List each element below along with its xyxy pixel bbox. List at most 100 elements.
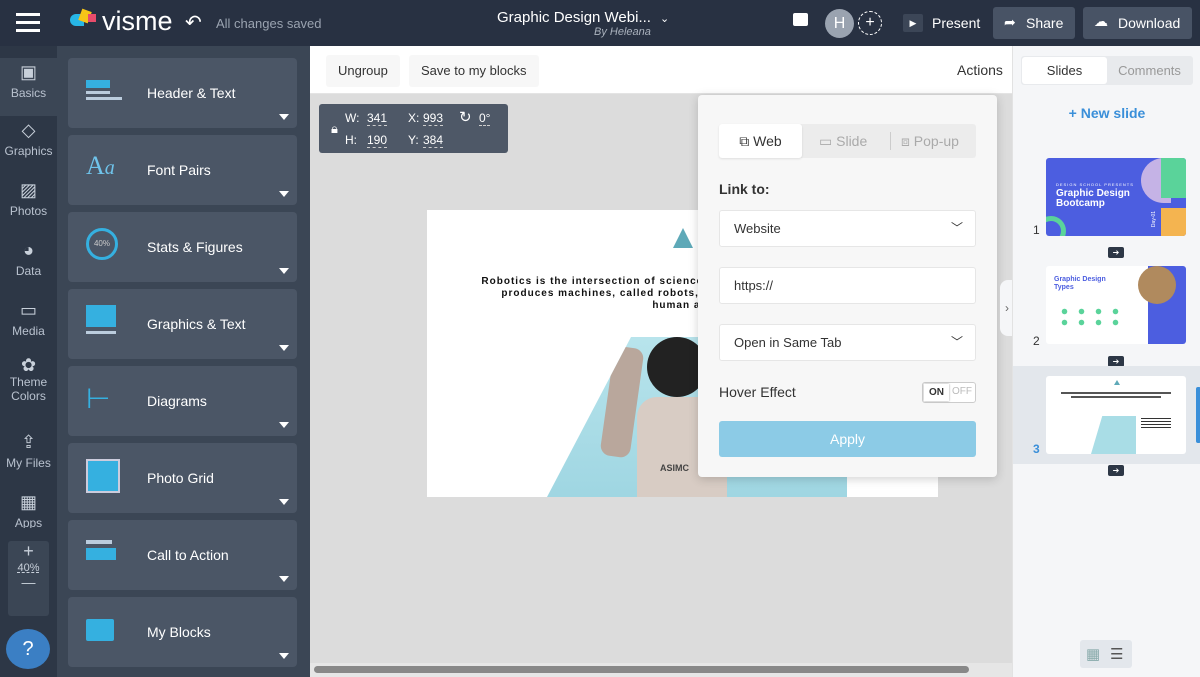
link-to-label: Link to: [719, 181, 770, 197]
share-button[interactable]: ➦ Share [993, 7, 1075, 39]
caret-down-icon[interactable] [279, 191, 289, 197]
slide-thumbnail-3[interactable] [1046, 376, 1186, 454]
undo-icon[interactable]: ↶ [185, 10, 202, 35]
chevron-down-icon[interactable]: ⌄ [660, 12, 669, 25]
divider [890, 132, 891, 150]
font-pairs-icon: Aa [86, 151, 115, 180]
block-my-blocks[interactable]: My Blocks [68, 597, 297, 667]
pie-chart-icon: ◕ [23, 240, 34, 260]
save-status: All changes saved [216, 16, 322, 31]
hover-effect-toggle[interactable]: ON OFF [922, 382, 976, 403]
rail-item-basics[interactable]: ▣ Basics [0, 58, 57, 116]
x-input[interactable]: 993 [423, 111, 444, 126]
slide-text[interactable]: Robotics is the intersection of science,… [467, 276, 707, 312]
apply-button[interactable]: Apply [719, 421, 976, 457]
shapes-icon: ◇ [21, 120, 36, 140]
tab-web[interactable]: ⧉ Web [719, 124, 802, 158]
avatar[interactable]: H [825, 9, 854, 38]
add-collaborator-icon[interactable]: + [858, 11, 882, 35]
image-text-icon [86, 305, 126, 343]
y-input[interactable]: 384 [423, 133, 444, 148]
tab-comments[interactable]: Comments [1107, 57, 1192, 84]
block-font-pairs[interactable]: Aa Font Pairs [68, 135, 297, 205]
zoom-out-button[interactable]: — [8, 574, 49, 590]
download-button[interactable]: ☁ Download [1083, 7, 1192, 39]
transition-icon[interactable]: ➔ [1108, 465, 1124, 476]
width-input[interactable]: 341 [367, 111, 388, 126]
url-input[interactable]: https:// [719, 267, 976, 304]
active-indicator [1196, 387, 1200, 443]
tab-slide[interactable]: ▭ Slide [819, 124, 867, 158]
transition-icon[interactable]: ➔ [1108, 247, 1124, 258]
caret-down-icon[interactable] [279, 576, 289, 582]
top-bar: visme ↶ All changes saved Graphic Design… [0, 0, 1200, 46]
rail-item-graphics[interactable]: ◇ Graphics [0, 120, 57, 158]
slide-thumbnail-2[interactable]: Graphic Design Types [1046, 266, 1186, 344]
zoom-in-button[interactable]: + [8, 541, 49, 562]
list-view-icon[interactable]: ☰ [1110, 645, 1123, 663]
rail-item-photos[interactable]: ▨ Photos [0, 180, 57, 218]
upload-icon: ⇪ [20, 432, 37, 452]
scrollbar-thumb[interactable] [314, 666, 969, 673]
block-stats-figures[interactable]: 40% Stats & Figures [68, 212, 297, 282]
horizontal-scrollbar[interactable] [310, 663, 1012, 677]
photo-grid-icon [86, 459, 126, 497]
caret-down-icon[interactable] [279, 653, 289, 659]
media-icon: ▭ [19, 300, 37, 320]
slide-thumbnail-1[interactable]: DESIGN SCHOOL PRESENTS Graphic Design Bo… [1046, 158, 1186, 236]
abc-blocks-icon: ▣ [19, 62, 37, 82]
cloud-download-icon: ☁ [1094, 13, 1108, 29]
block-diagrams[interactable]: ⊢ Diagrams [68, 366, 297, 436]
menu-icon[interactable] [16, 13, 40, 32]
new-slide-button[interactable]: + New slide [1013, 105, 1200, 121]
lock-icon[interactable]: 🔒︎ [331, 121, 338, 137]
caret-down-icon[interactable] [279, 422, 289, 428]
hover-effect-label: Hover Effect [719, 384, 796, 400]
rail-item-theme-colors[interactable]: ✿ Theme Colors [0, 356, 57, 403]
stats-gauge-icon: 40% [86, 228, 126, 266]
help-button[interactable]: ? [6, 629, 50, 669]
comment-icon[interactable] [793, 13, 808, 26]
my-blocks-icon [86, 613, 126, 651]
canvas-toolbar: Ungroup Save to my blocks Actions [310, 46, 1012, 94]
actions-button[interactable]: Actions [957, 62, 1003, 78]
slides-panel: Slides Comments + New slide 1 DESIGN SCH… [1012, 46, 1200, 677]
save-to-blocks-button[interactable]: Save to my blocks [409, 55, 539, 87]
open-mode-select[interactable]: Open in Same Tab ﹀ [719, 324, 976, 361]
ungroup-button[interactable]: Ungroup [326, 55, 400, 87]
grid-view-icon[interactable]: ▦ [1086, 645, 1100, 663]
block-graphics-text[interactable]: Graphics & Text [68, 289, 297, 359]
chevron-down-icon: ﹀ [950, 221, 963, 235]
rail-item-apps[interactable]: ▦ Apps [0, 492, 57, 528]
caret-down-icon[interactable] [279, 345, 289, 351]
view-toggle: ▦ ☰ [1080, 640, 1132, 668]
tab-slides[interactable]: Slides [1022, 57, 1107, 84]
rail-item-my-files[interactable]: ⇪ My Files [0, 432, 57, 470]
rail-item-data[interactable]: ◕ Data [0, 240, 57, 278]
present-button[interactable]: ▶ Present [900, 8, 985, 38]
block-photo-grid[interactable]: Photo Grid [68, 443, 297, 513]
triangle-shape [673, 228, 693, 248]
external-link-icon: ⧉ [739, 133, 750, 149]
block-header-text[interactable]: Header & Text [68, 58, 297, 128]
panel-tabs: Slides Comments [1021, 56, 1193, 85]
caret-down-icon[interactable] [279, 499, 289, 505]
brand-name: visme [102, 6, 173, 36]
rail-item-media[interactable]: ▭ Media [0, 300, 57, 338]
visme-logo[interactable] [70, 8, 98, 30]
zoom-control: + 40% — [8, 541, 49, 616]
zoom-level[interactable]: 40% [8, 562, 49, 574]
block-call-to-action[interactable]: Call to Action [68, 520, 297, 590]
caret-down-icon[interactable] [279, 114, 289, 120]
link-popup: ⧉ Web ▭ Slide ⧈ Pop-up Link to: Website ﹀… [698, 95, 997, 477]
link-type-select[interactable]: Website ﹀ [719, 210, 976, 247]
height-input[interactable]: 190 [367, 133, 388, 148]
tab-popup[interactable]: ⧈ Pop-up [901, 124, 959, 158]
rotation-input[interactable]: 0° [479, 111, 491, 126]
caret-down-icon[interactable] [279, 268, 289, 274]
photo-icon: ▨ [19, 180, 37, 200]
document-title[interactable]: Graphic Design Webi... [497, 9, 651, 26]
link-type-tabs: ⧉ Web ▭ Slide ⧈ Pop-up [719, 124, 976, 158]
slide-icon: ▭ [819, 133, 833, 149]
left-rail: ▣ Basics ◇ Graphics ▨ Photos ◕ Data ▭ Media ✿… [0, 46, 57, 677]
